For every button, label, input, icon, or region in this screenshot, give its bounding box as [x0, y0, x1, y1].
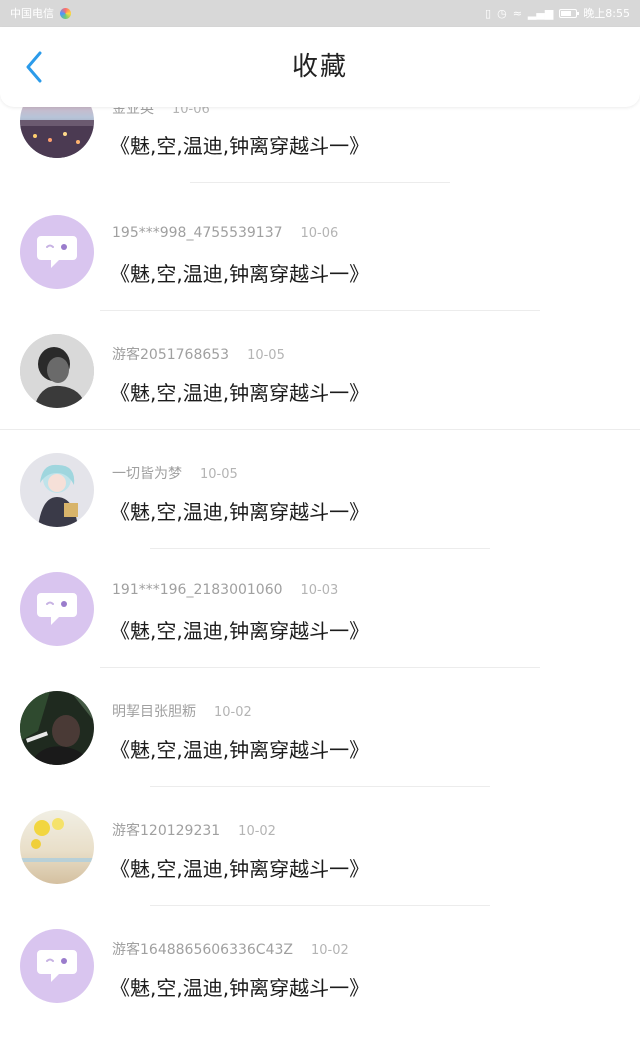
date: 10-02 — [214, 705, 252, 720]
list-item[interactable]: 金业英 10-06 《魅,空,温迪,钟离穿越斗一》 — [0, 84, 640, 211]
list-item[interactable]: 游客2051768653 10-05 《魅,空,温迪,钟离穿越斗一》 — [0, 329, 640, 448]
battery-icon — [559, 9, 580, 18]
divider — [150, 548, 490, 549]
favorite-title[interactable]: 《魅,空,温迪,钟离穿越斗一》 — [110, 496, 369, 525]
avatar[interactable] — [20, 334, 94, 408]
clock: 晚上8:55 — [583, 7, 630, 20]
avatar[interactable] — [20, 453, 94, 527]
beach-photo-avatar — [20, 810, 94, 884]
username: 游客1648865606336C43Z — [112, 942, 293, 958]
item-meta: 游客1648865606336C43Z 10-02 — [112, 939, 349, 961]
date: 10-06 — [300, 226, 339, 241]
carrier-name: 中国电信 — [10, 7, 54, 20]
status-left: 中国电信 — [10, 8, 71, 19]
list-item[interactable]: 191***196_2183001060 10-03 《魅,空,温迪,钟离穿越斗… — [0, 567, 640, 686]
divider — [150, 786, 490, 787]
list-item[interactable]: 游客1648865606336C43Z 10-02 《魅,空,温迪,钟离穿越斗一… — [0, 924, 640, 1043]
date: 10-05 — [200, 467, 238, 482]
favorite-title[interactable]: 《魅,空,温迪,钟离穿越斗一》 — [110, 853, 369, 882]
favorite-title[interactable]: 《魅,空,温迪,钟离穿越斗一》 — [110, 377, 369, 406]
date: 10-05 — [247, 348, 285, 363]
anime-photo-avatar — [20, 453, 94, 527]
avatar[interactable] — [20, 810, 94, 884]
favorite-title[interactable]: 《魅,空,温迪,钟离穿越斗一》 — [110, 615, 369, 644]
list-item[interactable]: 游客120129231 10-02 《魅,空,温迪,钟离穿越斗一》 — [0, 805, 640, 924]
favorite-title[interactable]: 《魅,空,温迪,钟离穿越斗一》 — [110, 130, 369, 159]
divider — [0, 429, 640, 430]
avatar[interactable] — [20, 572, 94, 646]
item-meta: 一切皆为梦 10-05 — [112, 463, 238, 485]
favorite-title[interactable]: 《魅,空,温迪,钟离穿越斗一》 — [110, 258, 369, 287]
divider — [150, 905, 490, 906]
username: 一切皆为梦 — [112, 466, 182, 482]
divider — [190, 182, 450, 183]
avatar[interactable] — [20, 691, 94, 765]
status-right: ▯ ◷ ≈ ▂▄▆ 晚上8:55 — [485, 8, 630, 19]
avatar[interactable] — [20, 215, 94, 289]
favorite-title[interactable]: 《魅,空,温迪,钟离穿越斗一》 — [110, 972, 369, 1001]
vibrate-icon: ▯ — [485, 7, 492, 20]
divider — [100, 667, 540, 668]
username: 191***196_2183001060 — [112, 582, 283, 598]
chat-bubble-icon — [37, 593, 77, 625]
status-bar: 中国电信 ▯ ◷ ≈ ▂▄▆ 晚上8:55 — [0, 0, 640, 27]
favorite-title[interactable]: 《魅,空,温迪,钟离穿越斗一》 — [110, 734, 369, 763]
header-bar: 收藏 — [0, 27, 640, 107]
alarm-icon: ◷ — [497, 7, 507, 20]
back-button[interactable] — [14, 47, 54, 87]
list-item[interactable]: 一切皆为梦 10-05 《魅,空,温迪,钟离穿越斗一》 — [0, 448, 640, 567]
app-notification-icon — [60, 8, 71, 19]
date: 10-02 — [238, 824, 276, 839]
username: 游客120129231 — [112, 823, 221, 839]
item-meta: 游客120129231 10-02 — [112, 820, 276, 842]
chat-bubble-icon — [37, 950, 77, 982]
divider — [100, 310, 540, 311]
item-meta: 明挈目张胆粝 10-02 — [112, 701, 252, 723]
username: 游客2051768653 — [112, 347, 230, 363]
avatar[interactable] — [20, 929, 94, 1003]
date: 10-03 — [300, 583, 339, 598]
item-meta: 195***998_4755539137 10-06 — [112, 225, 338, 247]
dark-photo-avatar — [20, 691, 94, 765]
username: 195***998_4755539137 — [112, 225, 283, 241]
wifi-icon: ≈ — [512, 7, 522, 20]
man-photo-avatar — [20, 334, 94, 408]
list-item[interactable]: 195***998_4755539137 10-06 《魅,空,温迪,钟离穿越斗… — [0, 210, 640, 329]
chevron-left-icon — [26, 51, 42, 83]
item-meta: 游客2051768653 10-05 — [112, 344, 285, 366]
list-item[interactable]: 明挈目张胆粝 10-02 《魅,空,温迪,钟离穿越斗一》 — [0, 686, 640, 805]
item-meta: 191***196_2183001060 10-03 — [112, 582, 338, 604]
chat-bubble-icon — [37, 236, 77, 268]
date: 10-02 — [310, 943, 349, 958]
page-title: 收藏 — [291, 52, 348, 82]
username: 明挈目张胆粝 — [112, 704, 196, 720]
signal-icon: ▂▄▆ — [527, 7, 554, 20]
